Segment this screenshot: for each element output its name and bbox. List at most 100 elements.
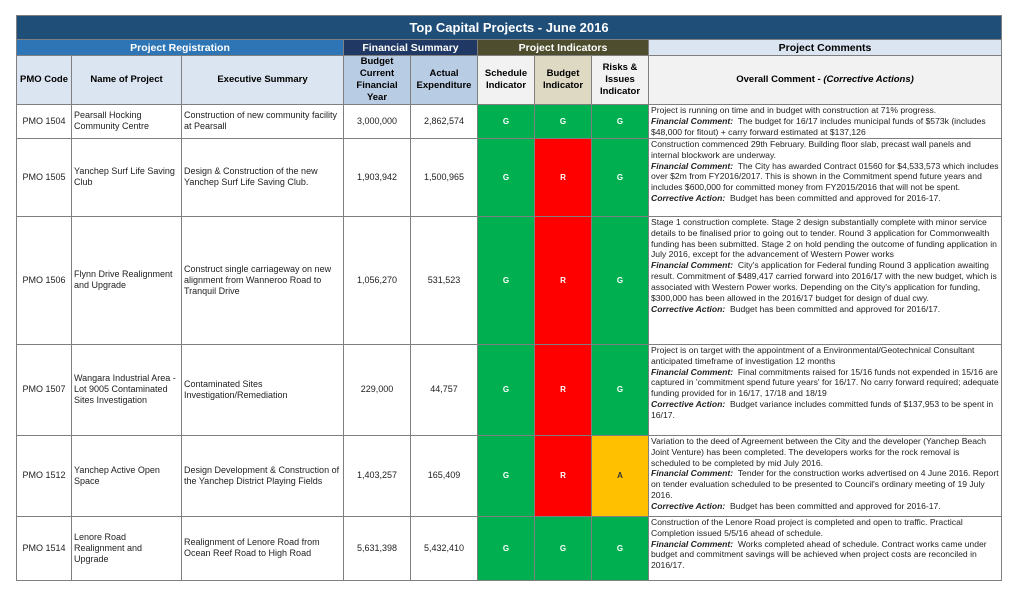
budget-indicator-cell: G bbox=[534, 515, 592, 581]
project-name-cell: Wangara Industrial Area - Lot 9005 Conta… bbox=[71, 343, 182, 436]
header-risk-indicator: Risks & Issues Indicator bbox=[591, 55, 649, 105]
report-title: Top Capital Projects - June 2016 bbox=[15, 15, 1003, 40]
financial-comment-label: Financial Comment: bbox=[651, 260, 734, 271]
schedule-indicator-cell: G bbox=[477, 343, 535, 436]
project-name-cell: Flynn Drive Realignment and Upgrade bbox=[71, 215, 182, 345]
overall-comment-cell: Variation to the deed of Agreement betwe… bbox=[647, 434, 1003, 517]
corrective-action-label: Corrective Action: bbox=[651, 303, 726, 314]
financial-comment: Financial Comment: City's application fo… bbox=[651, 260, 999, 304]
pmo-code-cell: PMO 1505 bbox=[16, 137, 72, 217]
report-container: Top Capital Projects - June 2016 Project… bbox=[15, 15, 1003, 581]
financial-comment-label: Financial Comment: bbox=[651, 468, 734, 479]
executive-summary-cell: Contaminated Sites Investigation/Remedia… bbox=[181, 343, 344, 436]
corrective-action-text: Budget has been committed and approved f… bbox=[729, 303, 941, 314]
financial-comment: Financial Comment: Final commitments rai… bbox=[651, 367, 999, 400]
corrective-action-label: Corrective Action: bbox=[651, 399, 726, 410]
corrective-action: Corrective Action: Budget variance inclu… bbox=[651, 399, 999, 421]
header-pmo-code: PMO Code bbox=[16, 55, 72, 105]
overall-comment-cell: Project is on target with the appointmen… bbox=[647, 343, 1003, 436]
budget-indicator-cell: R bbox=[534, 215, 592, 345]
executive-summary-cell: Design Development & Construction of the… bbox=[181, 434, 344, 517]
header-overall-comment-hint: (Corrective Actions) bbox=[823, 74, 914, 85]
pmo-code-cell: PMO 1507 bbox=[16, 343, 72, 436]
budget-cell: 5,631,398 bbox=[343, 515, 411, 581]
financial-comment: Financial Comment: The budget for 16/17 … bbox=[651, 115, 999, 137]
overall-comment-cell: Construction of the Lenore Road project … bbox=[647, 515, 1003, 581]
actual-expenditure-cell: 44,757 bbox=[410, 343, 478, 436]
overall-comment-cell: Stage 1 construction complete. Stage 2 d… bbox=[647, 215, 1003, 345]
executive-summary-cell: Construction of new community facility a… bbox=[181, 104, 344, 139]
header-project-name: Name of Project bbox=[71, 55, 182, 105]
financial-comment: Financial Comment: Works completed ahead… bbox=[651, 539, 999, 572]
corrective-action-text: Budget has been committed and approved f… bbox=[729, 193, 941, 204]
budget-cell: 1,903,942 bbox=[343, 137, 411, 217]
financial-comment-label: Financial Comment: bbox=[651, 366, 734, 377]
project-name-cell: Yanchep Active Open Space bbox=[71, 434, 182, 517]
header-overall-comment-text: Overall Comment - bbox=[736, 74, 824, 85]
project-name-cell: Yanchep Surf Life Saving Club bbox=[71, 137, 182, 217]
corrective-action-text: Budget has been committed and approved f… bbox=[729, 501, 941, 512]
pmo-code-cell: PMO 1514 bbox=[16, 515, 72, 581]
risk-indicator-cell: G bbox=[591, 137, 649, 217]
project-name-cell: Lenore Road Realignment and Upgrade bbox=[71, 515, 182, 581]
overall-comment-text: Construction commenced 29th February. Bu… bbox=[651, 138, 971, 160]
overall-comment-text: Project is on target with the appointmen… bbox=[651, 344, 975, 366]
group-financial-summary: Financial Summary bbox=[343, 39, 478, 56]
table-row: PMO 1505 Yanchep Surf Life Saving Club D… bbox=[16, 137, 1003, 217]
project-name-cell: Pearsall Hocking Community Centre bbox=[71, 104, 182, 139]
actual-expenditure-cell: 531,523 bbox=[410, 215, 478, 345]
header-budget: Budget Current Financial Year bbox=[343, 55, 411, 105]
overall-comment-cell: Construction commenced 29th February. Bu… bbox=[647, 137, 1003, 217]
budget-cell: 1,403,257 bbox=[343, 434, 411, 517]
table-row: PMO 1514 Lenore Road Realignment and Upg… bbox=[16, 515, 1003, 581]
actual-expenditure-cell: 165,409 bbox=[410, 434, 478, 517]
budget-cell: 229,000 bbox=[343, 343, 411, 436]
capital-projects-table: Top Capital Projects - June 2016 Project… bbox=[15, 15, 1003, 581]
schedule-indicator-cell: G bbox=[477, 215, 535, 345]
overall-comment-text: Stage 1 construction complete. Stage 2 d… bbox=[651, 216, 997, 260]
executive-summary-cell: Design & Construction of the new Yanchep… bbox=[181, 137, 344, 217]
corrective-action: Corrective Action: Budget has been commi… bbox=[651, 304, 999, 315]
financial-comment: Financial Comment: The City has awarded … bbox=[651, 161, 999, 194]
financial-comment-label: Financial Comment: bbox=[651, 160, 734, 171]
budget-indicator-cell: G bbox=[534, 104, 592, 139]
financial-comment: Financial Comment: Tender for the constr… bbox=[651, 468, 999, 501]
header-budget-indicator: Budget Indicator bbox=[534, 55, 592, 105]
risk-indicator-cell: A bbox=[591, 434, 649, 517]
risk-indicator-cell: G bbox=[591, 104, 649, 139]
header-executive-summary: Executive Summary bbox=[181, 55, 344, 105]
actual-expenditure-cell: 5,432,410 bbox=[410, 515, 478, 581]
budget-indicator-cell: R bbox=[534, 343, 592, 436]
overall-comment-text: Variation to the deed of Agreement betwe… bbox=[651, 435, 987, 468]
project-rows: PMO 1504 Pearsall Hocking Community Cent… bbox=[16, 104, 1003, 581]
schedule-indicator-cell: G bbox=[477, 515, 535, 581]
overall-comment-text: Project is running on time and in budget… bbox=[651, 105, 937, 115]
corrective-action-label: Corrective Action: bbox=[651, 501, 726, 512]
table-row: PMO 1506 Flynn Drive Realignment and Upg… bbox=[16, 215, 1003, 345]
header-actual-expenditure: Actual Expenditure bbox=[410, 55, 478, 105]
actual-expenditure-cell: 2,862,574 bbox=[410, 104, 478, 139]
actual-expenditure-cell: 1,500,965 bbox=[410, 137, 478, 217]
risk-indicator-cell: G bbox=[591, 515, 649, 581]
pmo-code-cell: PMO 1512 bbox=[16, 434, 72, 517]
budget-indicator-cell: R bbox=[534, 434, 592, 517]
pmo-code-cell: PMO 1506 bbox=[16, 215, 72, 345]
group-project-indicators: Project Indicators bbox=[477, 39, 649, 56]
table-row: PMO 1504 Pearsall Hocking Community Cent… bbox=[16, 104, 1003, 139]
corrective-action: Corrective Action: Budget has been commi… bbox=[651, 193, 999, 204]
table-row: PMO 1507 Wangara Industrial Area - Lot 9… bbox=[16, 343, 1003, 436]
schedule-indicator-cell: G bbox=[477, 137, 535, 217]
budget-indicator-cell: R bbox=[534, 137, 592, 217]
financial-comment-label: Financial Comment: bbox=[651, 115, 734, 126]
budget-cell: 1,056,270 bbox=[343, 215, 411, 345]
executive-summary-cell: Construct single carriageway on new alig… bbox=[181, 215, 344, 345]
schedule-indicator-cell: G bbox=[477, 434, 535, 517]
risk-indicator-cell: G bbox=[591, 343, 649, 436]
risk-indicator-cell: G bbox=[591, 215, 649, 345]
header-overall-comment: Overall Comment - (Corrective Actions) bbox=[647, 55, 1003, 105]
overall-comment-text: Construction of the Lenore Road project … bbox=[651, 516, 963, 538]
header-schedule-indicator: Schedule Indicator bbox=[477, 55, 535, 105]
table-row: PMO 1512 Yanchep Active Open Space Desig… bbox=[16, 434, 1003, 517]
executive-summary-cell: Realignment of Lenore Road from Ocean Re… bbox=[181, 515, 344, 581]
budget-cell: 3,000,000 bbox=[343, 104, 411, 139]
